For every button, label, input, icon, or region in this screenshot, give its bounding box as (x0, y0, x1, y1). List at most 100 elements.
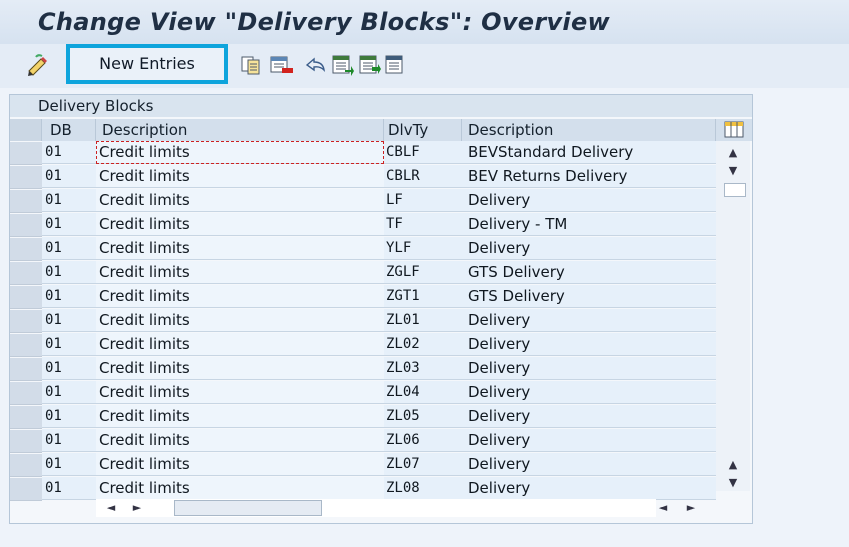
cell-dlvty[interactable]: ZL01 (384, 309, 462, 332)
row-selector[interactable] (10, 214, 42, 237)
row-selector[interactable] (10, 382, 42, 405)
cell-dlv-description[interactable]: Delivery (462, 309, 716, 332)
row-selector[interactable] (10, 238, 42, 261)
scroll-right-right-icon[interactable]: ► (680, 500, 702, 516)
cell-dlvty[interactable]: CBLF (384, 141, 462, 164)
scroll-left-right-icon[interactable]: ◄ (652, 500, 674, 516)
cell-dlvty[interactable]: ZGLF (384, 261, 462, 284)
row-selector[interactable] (10, 478, 42, 501)
cell-db[interactable]: 01 (42, 285, 96, 308)
scroll-thumb[interactable] (724, 183, 746, 197)
row-selector[interactable] (10, 310, 42, 333)
cell-dlv-description[interactable]: Delivery - TM (462, 213, 716, 236)
row-selector[interactable] (10, 262, 42, 285)
select-block-icon[interactable] (358, 54, 381, 76)
cell-db[interactable]: 01 (42, 309, 96, 332)
cell-db[interactable]: 01 (42, 213, 96, 236)
deselect-all-icon[interactable] (384, 54, 406, 76)
row-selector[interactable] (10, 406, 42, 429)
cell-dlv-description[interactable]: GTS Delivery (462, 261, 716, 284)
cell-dlv-description[interactable]: Delivery (462, 189, 716, 212)
cell-dlv-description[interactable]: Delivery (462, 237, 716, 260)
cell-db[interactable]: 01 (42, 357, 96, 380)
horizontal-scroll-thumb[interactable] (174, 500, 322, 516)
undo-icon[interactable] (303, 54, 325, 76)
cell-db[interactable]: 01 (42, 165, 96, 188)
cell-db[interactable]: 01 (42, 141, 96, 164)
cell-description[interactable]: Credit limits (96, 189, 384, 212)
scroll-down-icon[interactable]: ▼ (722, 163, 744, 179)
cell-description[interactable]: Credit limits (96, 477, 384, 500)
cell-db[interactable]: 01 (42, 477, 96, 500)
cell-db[interactable]: 01 (42, 237, 96, 260)
cell-db[interactable]: 01 (42, 261, 96, 284)
cell-db[interactable]: 01 (42, 405, 96, 428)
row-selector[interactable] (10, 430, 42, 453)
cell-dlvty[interactable]: ZL02 (384, 333, 462, 356)
cell-description[interactable]: Credit limits (96, 453, 384, 476)
new-entries-button[interactable]: New Entries (66, 44, 228, 84)
scroll-up-bottom-icon[interactable]: ▲ (722, 457, 744, 473)
cell-dlvty[interactable]: ZL05 (384, 405, 462, 428)
cell-db[interactable]: 01 (42, 381, 96, 404)
row-selector[interactable] (10, 334, 42, 357)
cell-dlv-description[interactable]: Delivery (462, 405, 716, 428)
cell-dlvty[interactable]: TF (384, 213, 462, 236)
cell-dlv-description[interactable]: Delivery (462, 381, 716, 404)
row-selector[interactable] (10, 166, 42, 189)
column-config-button[interactable] (716, 119, 752, 141)
cell-dlv-description[interactable]: BEV Returns Delivery (462, 165, 716, 188)
select-all-icon[interactable] (331, 54, 354, 76)
cell-dlvty[interactable]: ZL07 (384, 453, 462, 476)
column-header-description[interactable]: Description (96, 119, 384, 141)
scroll-up-icon[interactable]: ▲ (722, 145, 744, 161)
scroll-right-icon[interactable]: ► (126, 500, 148, 516)
cell-dlv-description[interactable]: Delivery (462, 429, 716, 452)
row-selector[interactable] (10, 358, 42, 381)
cell-db[interactable]: 01 (42, 453, 96, 476)
cell-description[interactable]: Credit limits (96, 237, 384, 260)
cell-dlvty[interactable]: YLF (384, 237, 462, 260)
cell-dlv-description[interactable]: GTS Delivery (462, 285, 716, 308)
horizontal-scrollbar-right[interactable]: ◄ ► (650, 499, 716, 517)
column-header-dlvty[interactable]: DlvTy (384, 119, 462, 141)
cell-dlvty[interactable]: LF (384, 189, 462, 212)
cell-dlvty[interactable]: ZGT1 (384, 285, 462, 308)
cell-description[interactable]: Credit limits (96, 165, 384, 188)
cell-description[interactable]: Credit limits (96, 333, 384, 356)
cell-dlvty[interactable]: CBLR (384, 165, 462, 188)
row-selector[interactable] (10, 142, 42, 165)
row-selector[interactable] (10, 454, 42, 477)
cell-dlv-description[interactable]: Delivery (462, 453, 716, 476)
cell-db[interactable]: 01 (42, 333, 96, 356)
cell-description[interactable]: Credit limits (96, 213, 384, 236)
cell-dlvty[interactable]: ZL06 (384, 429, 462, 452)
cell-dlv-description[interactable]: Delivery (462, 477, 716, 500)
copy-icon[interactable] (240, 54, 262, 76)
cell-db[interactable]: 01 (42, 429, 96, 452)
cell-description[interactable]: Credit limits (96, 405, 384, 428)
cell-description[interactable]: Credit limits (96, 357, 384, 380)
cell-description[interactable]: Credit limits (96, 141, 384, 164)
row-selector[interactable] (10, 190, 42, 213)
column-header-db[interactable]: DB (42, 119, 96, 141)
cell-dlvty[interactable]: ZL08 (384, 477, 462, 500)
cell-description[interactable]: Credit limits (96, 429, 384, 452)
scroll-left-icon[interactable]: ◄ (100, 500, 122, 516)
horizontal-scrollbar[interactable]: ◄ ► (96, 499, 656, 517)
cell-db[interactable]: 01 (42, 189, 96, 212)
cell-description[interactable]: Credit limits (96, 261, 384, 284)
select-all-rows-cell[interactable] (10, 119, 42, 141)
pencil-icon[interactable] (26, 54, 48, 76)
cell-dlvty[interactable]: ZL03 (384, 357, 462, 380)
cell-description[interactable]: Credit limits (96, 309, 384, 332)
cell-dlv-description[interactable]: Delivery (462, 333, 716, 356)
cell-description[interactable]: Credit limits (96, 381, 384, 404)
cell-dlv-description[interactable]: BEVStandard Delivery (462, 141, 716, 164)
column-header-dlv-description[interactable]: Description (462, 119, 716, 141)
vertical-scrollbar[interactable]: ▲ ▼ ▲ ▼ (716, 141, 750, 491)
cell-dlv-description[interactable]: Delivery (462, 357, 716, 380)
delete-icon[interactable] (269, 54, 293, 76)
row-selector[interactable] (10, 286, 42, 309)
scroll-down-bottom-icon[interactable]: ▼ (722, 475, 744, 491)
